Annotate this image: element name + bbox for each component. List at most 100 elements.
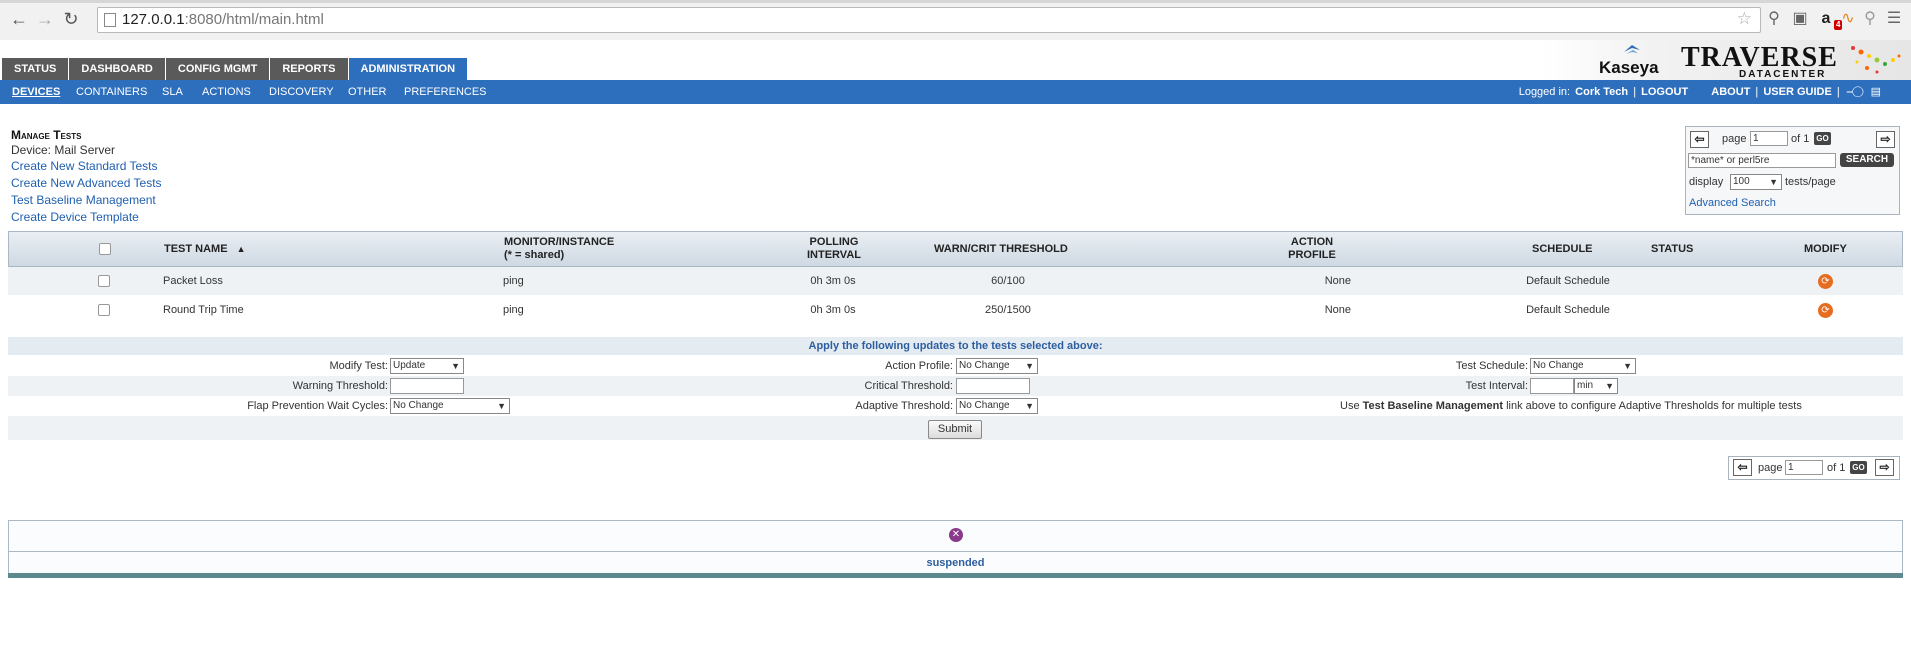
user-guide-link[interactable]: USER GUIDE (1763, 86, 1831, 98)
top-tabs: STATUS DASHBOARD CONFIG MGMT REPORTS ADM… (2, 58, 468, 80)
test-interval-unit-value: min (1577, 380, 1594, 391)
action-profile-select[interactable]: No Change ▼ (956, 358, 1038, 374)
kaseya-text: Kaseya (1599, 58, 1659, 77)
tab-administration[interactable]: ADMINISTRATION (348, 58, 468, 80)
reload-icon[interactable]: ↻ (61, 9, 81, 29)
menu-icon[interactable]: ☰ (1884, 9, 1904, 29)
prev-page-icon[interactable]: ⇦ (1690, 131, 1709, 148)
updates-title: Apply the following updates to the tests… (808, 340, 1103, 352)
tab-config-mgmt[interactable]: CONFIG MGMT (165, 58, 270, 80)
test-interval-input[interactable] (1530, 378, 1574, 394)
subnav-discovery[interactable]: DISCOVERY (269, 86, 334, 98)
modify-test-label: Modify Test: (329, 360, 389, 372)
page-number-input[interactable]: 1 (1785, 460, 1823, 475)
adaptive-threshold-select[interactable]: No Change ▼ (956, 398, 1038, 414)
modify-test-select[interactable]: Update ▼ (390, 358, 464, 374)
brand-logo: Kaseya TRAVERSE DATACENTER (1543, 40, 1911, 80)
extension-pin-icon[interactable]: ⚲ (1860, 9, 1880, 29)
monitor-cell: ping (503, 304, 524, 316)
about-link[interactable]: ABOUT (1711, 86, 1750, 98)
divider (9, 551, 1902, 552)
test-interval-unit-select[interactable]: min ▼ (1574, 378, 1618, 394)
tab-status[interactable]: STATUS (2, 58, 69, 80)
action-profile-value: No Change (959, 360, 1010, 371)
schedule-cell: Default Schedule (1526, 304, 1610, 316)
page-of-label: of 1 (1827, 462, 1846, 474)
row-checkbox[interactable] (98, 304, 110, 316)
logout-link[interactable]: LOGOUT (1641, 86, 1688, 98)
flap-prevention-label: Flap Prevention Wait Cycles: (247, 400, 388, 412)
amazon-icon[interactable]: a (1816, 9, 1836, 29)
back-arrow-icon[interactable]: ← (9, 9, 29, 29)
subnav-actions[interactable]: ACTIONS (202, 86, 251, 98)
suspended-label: suspended (926, 557, 985, 569)
subnav-containers[interactable]: CONTAINERS (76, 86, 147, 98)
tab-dashboard[interactable]: DASHBOARD (69, 58, 165, 80)
note-icon[interactable]: ▤ (1871, 86, 1881, 98)
tests-per-page-label: tests/page (1785, 176, 1836, 188)
tab-reports[interactable]: REPORTS (270, 58, 348, 80)
close-circle-icon[interactable]: ✕ (949, 528, 963, 542)
cast-icon[interactable]: ▣ (1790, 9, 1810, 29)
monitor-header-line1: MONITOR/INSTANCE (504, 236, 615, 248)
next-page-icon[interactable]: ⇨ (1876, 131, 1895, 148)
critical-threshold-input[interactable] (956, 378, 1030, 394)
dropdown-caret-icon: ▼ (1623, 361, 1632, 371)
prev-page-icon[interactable]: ⇦ (1733, 459, 1752, 476)
display-count-select[interactable]: 100 ▼ (1730, 174, 1782, 190)
key-icon[interactable]: ⎯◯ (1847, 86, 1864, 98)
extension-key-icon[interactable]: ⚲ (1764, 9, 1784, 29)
create-advanced-tests-link[interactable]: Create New Advanced Tests (11, 176, 162, 190)
search-button[interactable]: SEARCH (1840, 153, 1894, 167)
critical-threshold-label: Critical Threshold: (864, 380, 953, 392)
tab-strip (0, 0, 1911, 3)
url-text[interactable]: 127.0.0.1:8080/html/main.html (122, 11, 324, 28)
updates-row-3: Flap Prevention Wait Cycles: No Change ▼ … (8, 396, 1903, 416)
warning-threshold-label: Warning Threshold: (292, 380, 388, 392)
device-label: Device: Mail Server (11, 143, 116, 157)
rss-badge: 4 (1834, 20, 1843, 30)
user-name[interactable]: Cork Tech (1575, 86, 1628, 98)
subnav-devices[interactable]: DEVICES (12, 86, 60, 98)
create-standard-tests-link[interactable]: Create New Standard Tests (11, 159, 158, 173)
advanced-search-link[interactable]: Advanced Search (1689, 197, 1776, 209)
adaptive-note-link: Test Baseline Management (1362, 400, 1504, 412)
subnav-preferences[interactable]: PREFERENCES (404, 86, 487, 98)
subnav-sla[interactable]: SLA (162, 86, 183, 98)
pager-search-box: ⇦ page 1 of 1 GO ⇨ *name* or perl5re SEA… (1685, 126, 1900, 215)
modify-icon[interactable]: ⟳ (1818, 274, 1833, 289)
action-profile-label: Action Profile: (885, 360, 953, 372)
page-number-input[interactable]: 1 (1750, 131, 1788, 146)
separator: | (1755, 86, 1759, 98)
dropdown-caret-icon: ▼ (497, 401, 506, 411)
sub-navigation: DEVICES CONTAINERS SLA ACTIONS DISCOVERY… (0, 80, 1911, 104)
create-device-template-link[interactable]: Create Device Template (11, 210, 139, 224)
separator: | (1836, 86, 1840, 98)
flap-prevention-select[interactable]: No Change ▼ (390, 398, 510, 414)
test-interval-label: Test Interval: (1465, 380, 1528, 392)
address-bar[interactable]: 127.0.0.1:8080/html/main.html ☆ (97, 7, 1761, 33)
modify-icon[interactable]: ⟳ (1818, 303, 1833, 318)
test-name-cell: Packet Loss (163, 275, 223, 287)
submit-button[interactable]: Submit (928, 420, 982, 439)
polling-header: POLLING INTERVAL (789, 236, 879, 262)
go-button[interactable]: GO (1814, 132, 1831, 145)
next-page-icon[interactable]: ⇨ (1875, 459, 1894, 476)
action-profile-header: ACTION PROFILE (1272, 236, 1352, 262)
row-checkbox[interactable] (98, 275, 110, 287)
browser-toolbar: ← → ↻ 127.0.0.1:8080/html/main.html ☆ ⚲ … (0, 0, 1911, 41)
subnav-other[interactable]: OTHER (348, 86, 387, 98)
bookmark-star-icon[interactable]: ☆ (1737, 9, 1752, 29)
test-name-header[interactable]: TEST NAME ▲ (164, 243, 246, 256)
go-button[interactable]: GO (1850, 461, 1867, 474)
test-baseline-management-link[interactable]: Test Baseline Management (11, 193, 156, 207)
search-input[interactable]: *name* or perl5re (1688, 153, 1836, 168)
bottom-pager: ⇦ page 1 of 1 GO ⇨ (1728, 456, 1900, 480)
forward-arrow-icon[interactable]: → (35, 9, 55, 29)
test-schedule-select[interactable]: No Change ▼ (1530, 358, 1636, 374)
select-all-checkbox[interactable] (99, 243, 111, 255)
action-cell: None (1324, 275, 1351, 287)
warning-threshold-input[interactable] (390, 378, 464, 394)
kaseya-logo-icon (1624, 45, 1640, 54)
action-header-line1: ACTION (1290, 236, 1334, 248)
